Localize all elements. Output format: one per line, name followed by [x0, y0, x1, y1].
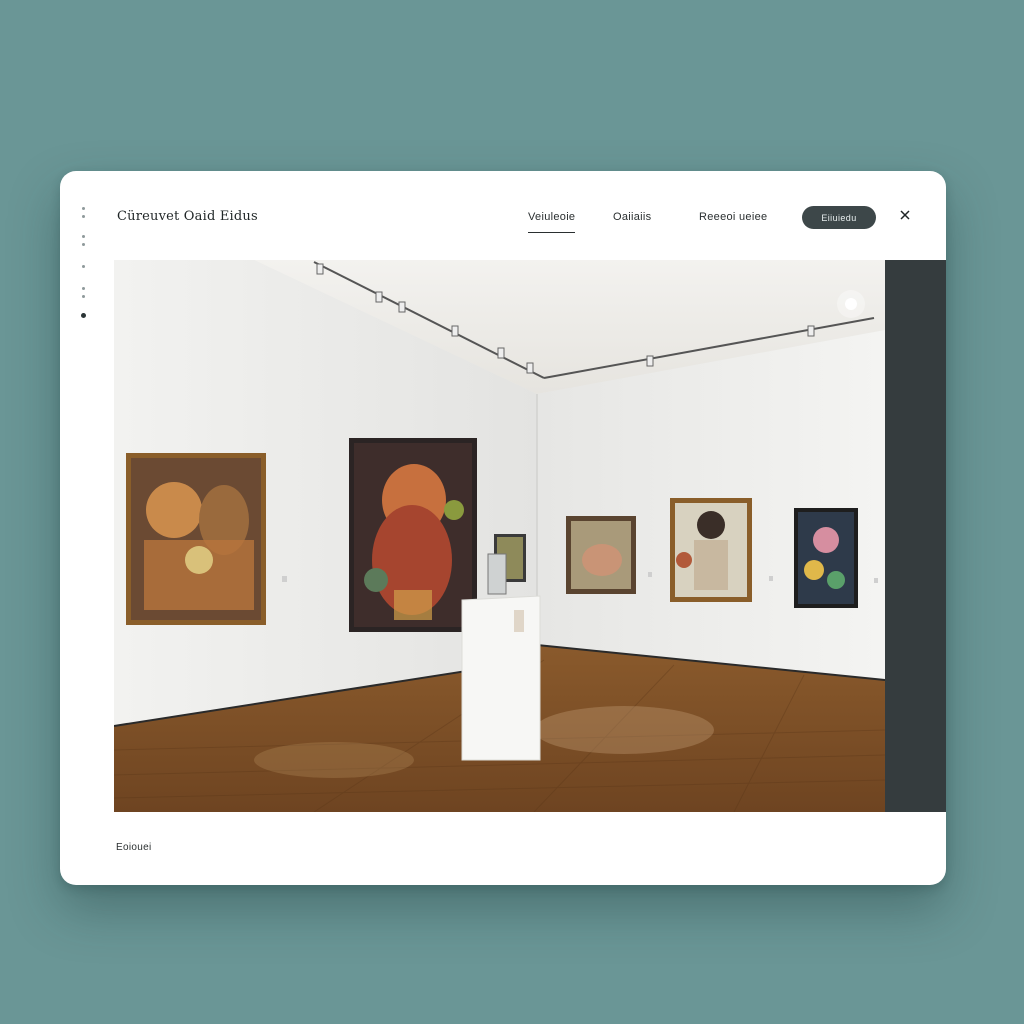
side-dark-panel — [885, 260, 946, 812]
nav-item-2[interactable]: Oaiiaiis — [613, 211, 651, 223]
close-icon[interactable] — [898, 209, 912, 223]
nav-item-3[interactable]: Reeeoi ueiee — [699, 211, 767, 223]
vertical-dots-icon — [80, 207, 88, 327]
nav-item-1[interactable]: Veiuleoie — [528, 211, 576, 233]
footer-label: Eoiouei — [116, 842, 152, 853]
gallery-window: Cüreuvet Oaid Eidus Veiuleoie Oaiiaiis R… — [60, 171, 946, 885]
hero-gallery-image — [114, 260, 885, 812]
cta-button[interactable]: Eiiuiedu — [802, 206, 876, 229]
brand-title[interactable]: Cüreuvet Oaid Eidus — [117, 209, 258, 224]
